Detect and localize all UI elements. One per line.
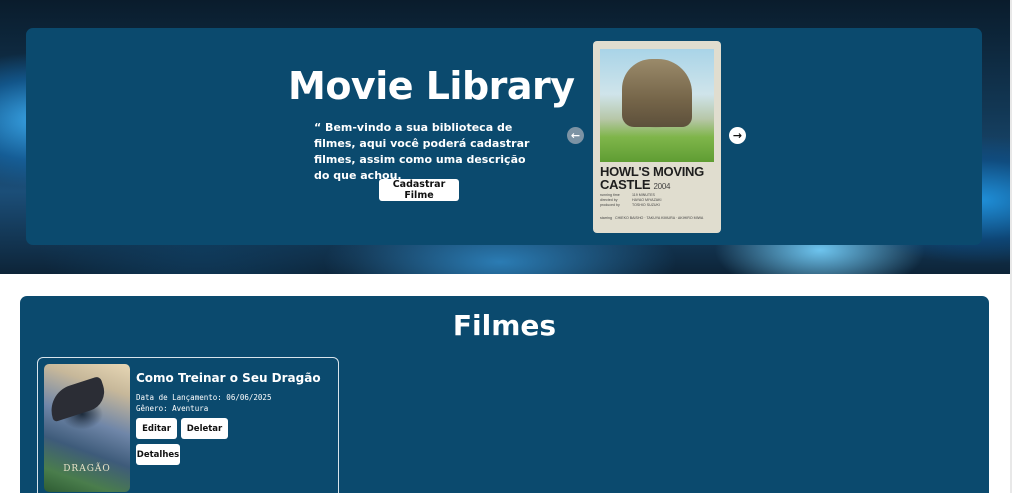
movie-title: Como Treinar o Seu Dragão: [136, 371, 321, 385]
carousel-prev-button[interactable]: ←: [567, 127, 584, 144]
dragon-illustration: [44, 375, 110, 423]
films-title: Filmes: [452, 309, 557, 342]
castle-illustration: [622, 59, 692, 127]
poster-logo-text: DRAGÃO: [63, 464, 111, 474]
movie-card: DRAGÃO Como Treinar o Seu Dragão Data de…: [37, 357, 339, 493]
movie-poster-image: DRAGÃO: [44, 364, 130, 492]
movie-genre: Gênero: Aventura: [136, 404, 209, 413]
poster-title: HOWL'S MOVING CASTLE 2004: [600, 164, 704, 192]
hero-panel: Movie Library “ Bem-vindo a sua bibliote…: [26, 28, 982, 245]
delete-button[interactable]: Deletar: [181, 418, 228, 439]
films-section: Filmes DRAGÃO Como Treinar o Seu Dragão …: [20, 296, 989, 493]
arrow-right-icon: →: [732, 129, 743, 142]
poster-starring: starring CHIEKO BAISHO · TAKUYA KIMURA ·…: [600, 216, 704, 220]
register-movie-button[interactable]: Cadastrar Filme: [379, 179, 459, 201]
edit-button[interactable]: Editar: [136, 418, 177, 439]
welcome-text: “ Bem-vindo a sua biblioteca de filmes, …: [314, 121, 530, 182]
arrow-left-icon: ←: [570, 129, 581, 142]
poster-image: [600, 49, 714, 162]
carousel-next-button[interactable]: →: [729, 127, 746, 144]
movie-release-date: Data de Lançamento: 06/06/2025: [136, 393, 272, 402]
details-button[interactable]: Detalhes: [136, 444, 180, 465]
carousel-poster[interactable]: HOWL'S MOVING CASTLE 2004 running time 1…: [593, 41, 721, 233]
poster-credit-row: produced by TOSHIO SUZUKI: [600, 203, 660, 207]
poster-year: 2004: [653, 182, 671, 191]
poster-credits: running time 119 MINUTES directed by HAY…: [600, 193, 714, 208]
page-title: Movie Library: [288, 64, 575, 108]
